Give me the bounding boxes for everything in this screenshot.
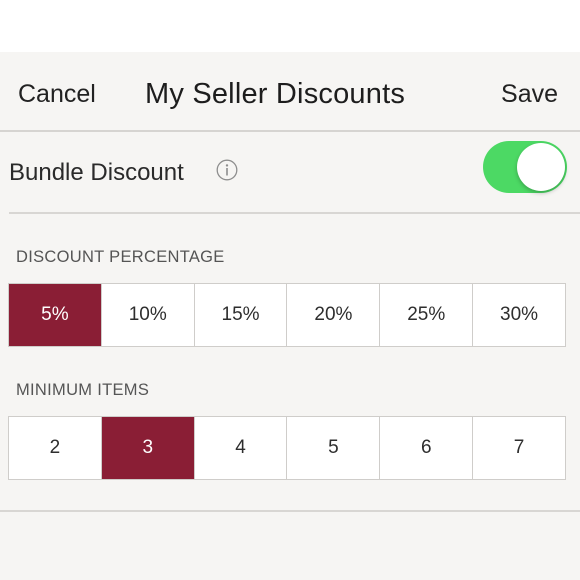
min-items-option-5[interactable]: 5 <box>287 417 381 479</box>
cancel-button[interactable]: Cancel <box>18 80 96 109</box>
min-items-option-7[interactable]: 7 <box>473 417 565 479</box>
save-button[interactable]: Save <box>501 80 558 109</box>
bundle-discount-label: Bundle Discount <box>9 159 184 186</box>
min-items-option-2[interactable]: 2 <box>9 417 102 479</box>
discount-option-5[interactable]: 5% <box>9 284 102 346</box>
discount-percentage-selector: 5% 10% 15% 20% 25% 30% <box>8 283 566 347</box>
min-items-option-4[interactable]: 4 <box>195 417 288 479</box>
min-items-option-6[interactable]: 6 <box>380 417 474 479</box>
section-divider <box>9 212 580 214</box>
top-margin <box>0 0 580 52</box>
discount-option-15[interactable]: 15% <box>195 284 288 346</box>
settings-content: Bundle Discount DISCOUNT PERCENTAGE 5% 1… <box>0 132 580 510</box>
info-circle-icon[interactable] <box>216 159 238 181</box>
discount-option-25[interactable]: 25% <box>380 284 474 346</box>
discount-option-20[interactable]: 20% <box>287 284 381 346</box>
bundle-discount-row: Bundle Discount <box>0 132 580 212</box>
bottom-area <box>0 512 580 580</box>
navigation-bar: Cancel My Seller Discounts Save <box>0 52 580 132</box>
discount-percentage-label: DISCOUNT PERCENTAGE <box>16 248 225 266</box>
bundle-discount-toggle[interactable] <box>483 141 567 193</box>
minimum-items-label: MINIMUM ITEMS <box>16 381 150 399</box>
page-title: My Seller Discounts <box>145 78 406 110</box>
discount-option-10[interactable]: 10% <box>102 284 195 346</box>
seller-discounts-screen: Cancel My Seller Discounts Save Bundle D… <box>0 0 580 580</box>
minimum-items-selector: 2 3 4 5 6 7 <box>8 416 566 480</box>
min-items-option-3[interactable]: 3 <box>101 417 195 479</box>
toggle-knob <box>517 143 565 191</box>
discount-option-30[interactable]: 30% <box>473 284 565 346</box>
